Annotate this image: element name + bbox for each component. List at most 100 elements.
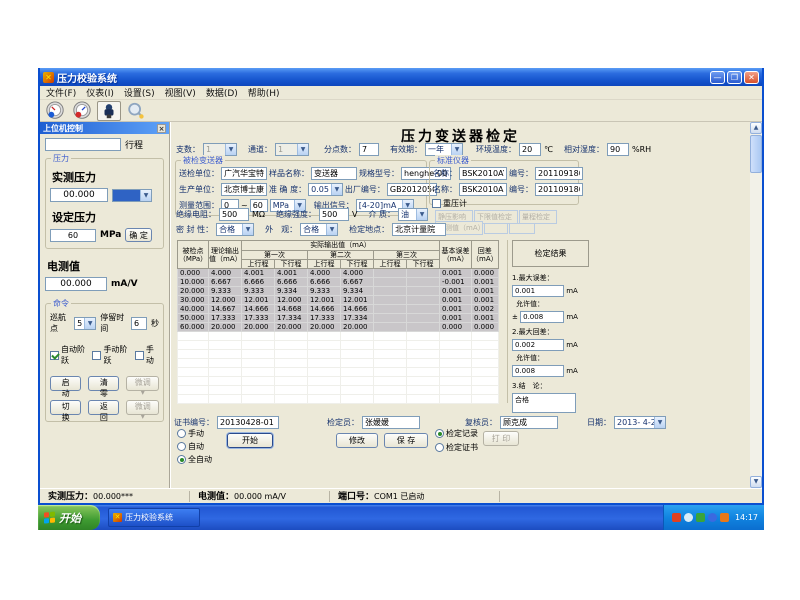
gauge-red-icon[interactable]: [70, 101, 94, 121]
tray-icon-5[interactable]: [720, 513, 729, 522]
reviewer-input[interactable]: [500, 416, 558, 429]
command-group: 命令 巡航点 5 ▼ 停留时间 秒 自动阶跃: [45, 303, 164, 422]
chevron-down-icon[interactable]: ▼: [140, 190, 151, 201]
chevron-down-icon[interactable]: ▼: [654, 417, 665, 428]
scroll-thumb[interactable]: [750, 135, 762, 173]
tray-icon-1[interactable]: [672, 513, 681, 522]
radio-certificate[interactable]: 检定证书: [435, 442, 478, 453]
std1-no-input[interactable]: [535, 167, 583, 180]
travel-input[interactable]: [45, 138, 121, 151]
chevron-down-icon[interactable]: ▼: [326, 224, 337, 235]
checkbox-icon[interactable]: [50, 351, 59, 360]
restore-button[interactable]: ❐: [727, 71, 742, 84]
taskbar-app-button[interactable]: ✕ 压力校验系统: [108, 508, 200, 527]
close-button[interactable]: ✕: [744, 71, 759, 84]
switch-button[interactable]: 切 换: [50, 400, 81, 415]
confirm-button[interactable]: 确 定: [125, 228, 152, 242]
std2-no-input[interactable]: [535, 183, 583, 196]
max-error-value: 0.001: [512, 285, 564, 297]
control-panel-header[interactable]: 上位机控制 ×: [40, 122, 169, 134]
points-input[interactable]: [359, 143, 379, 156]
table-cell: 0.000: [178, 269, 209, 278]
menu-help[interactable]: 帮助(H): [248, 86, 280, 99]
radio-manual[interactable]: 手动: [177, 428, 212, 439]
table-cell: [209, 368, 242, 377]
table-row[interactable]: 40.00014.66714.66614.66814.66614.6660.00…: [178, 305, 499, 314]
begin-button[interactable]: 开始: [227, 433, 273, 448]
table-cell: [341, 395, 374, 404]
sender-input[interactable]: [221, 167, 267, 180]
radio-icon[interactable]: [435, 429, 444, 438]
checkbox-icon[interactable]: [92, 351, 101, 360]
seal-select[interactable]: 合格▼: [216, 223, 254, 236]
cert-input[interactable]: [217, 416, 279, 429]
radio-icon[interactable]: [177, 429, 186, 438]
strength-input[interactable]: [319, 208, 349, 221]
table-row[interactable]: 60.00020.00020.00020.00020.00020.0000.00…: [178, 323, 499, 332]
chevron-down-icon[interactable]: ▼: [416, 209, 427, 220]
menu-data[interactable]: 数据(D): [206, 86, 238, 99]
scroll-up-icon[interactable]: ▲: [750, 122, 762, 134]
titlebar[interactable]: ✕ 压力校验系统 — ❐ ✕: [40, 68, 762, 86]
auto-step-checkbox[interactable]: 自动阶跃: [50, 344, 88, 366]
top-parameter-row: 支数： 1▼ 通道： 1▼ 分点数： 有效期： 一年▼ 环境温度： ℃ 相对湿度…: [176, 143, 651, 156]
location-input[interactable]: [392, 223, 446, 236]
modify-button[interactable]: 修改: [336, 433, 378, 448]
chevron-down-icon[interactable]: ▼: [331, 184, 342, 195]
chevron-down-icon[interactable]: ▼: [451, 144, 462, 155]
std2-name-input[interactable]: [459, 183, 507, 196]
tray-icon-2[interactable]: [684, 513, 693, 522]
table-row[interactable]: 50.00017.33317.33317.33417.33317.3340.00…: [178, 314, 499, 323]
radio-icon[interactable]: [435, 443, 444, 452]
radio-icon[interactable]: [177, 442, 186, 451]
tray-icon-3[interactable]: [696, 513, 705, 522]
pump-device-icon[interactable]: [97, 101, 121, 121]
menu-view[interactable]: 视图(V): [165, 86, 196, 99]
radio-full-auto[interactable]: 全自动: [177, 454, 212, 465]
menu-file[interactable]: 文件(F): [46, 86, 76, 99]
chevron-down-icon[interactable]: ▼: [242, 224, 253, 235]
resistance-input[interactable]: [219, 208, 249, 221]
save-button[interactable]: 保 存: [384, 433, 428, 448]
chevron-down-icon[interactable]: ▼: [84, 318, 95, 329]
manual-step-checkbox[interactable]: 手动阶跃: [92, 344, 130, 366]
menu-settings[interactable]: 设置(S): [124, 86, 155, 99]
cruise-select[interactable]: 5 ▼: [74, 317, 96, 330]
weight-gauge-checkbox[interactable]: 重压计: [432, 198, 467, 209]
medium-select[interactable]: 油▼: [398, 208, 428, 221]
search-icon[interactable]: [124, 101, 148, 121]
panel-close-icon[interactable]: ×: [157, 124, 166, 133]
manual-checkbox[interactable]: 手动: [135, 344, 159, 366]
table-row[interactable]: 30.00012.00012.00112.00012.00112.0010.00…: [178, 296, 499, 305]
humidity-input[interactable]: [607, 143, 629, 156]
start-button[interactable]: 开始: [38, 505, 100, 530]
std1-name-input[interactable]: [459, 167, 507, 180]
start-run-button[interactable]: 启 动: [50, 376, 81, 391]
dwell-input[interactable]: [131, 317, 147, 330]
radio-icon[interactable]: [177, 455, 186, 464]
table-row[interactable]: 0.0004.0004.0014.0014.0004.0000.0010.000: [178, 269, 499, 278]
minimize-button[interactable]: —: [710, 71, 725, 84]
return-button[interactable]: 返 回: [88, 400, 119, 415]
set-pressure-input[interactable]: [50, 229, 96, 242]
checkbox-icon[interactable]: [135, 351, 144, 360]
vertical-scrollbar[interactable]: ▲ ▼: [750, 122, 762, 488]
checkbox-icon[interactable]: [432, 199, 441, 208]
verifier-input[interactable]: [362, 416, 420, 429]
radio-auto[interactable]: 自动: [177, 441, 212, 452]
env-temp-input[interactable]: [519, 143, 541, 156]
accuracy-select[interactable]: 0.05▼: [308, 183, 343, 196]
tray-icon-4[interactable]: [708, 513, 717, 522]
sample-input[interactable]: [311, 167, 357, 180]
zero-button[interactable]: 清 零: [88, 376, 119, 391]
maker-input[interactable]: [221, 183, 267, 196]
radio-record[interactable]: 检定记录: [435, 428, 478, 439]
menu-instrument[interactable]: 仪表(I): [86, 86, 114, 99]
table-row[interactable]: 20.0009.3339.3339.3349.3339.3340.0010.00…: [178, 287, 499, 296]
table-row[interactable]: 10.0006.6676.6666.6666.6666.667-0.0010.0…: [178, 278, 499, 287]
appearance-select[interactable]: 合格▼: [300, 223, 338, 236]
gauge-blue-icon[interactable]: [43, 101, 67, 121]
scroll-down-icon[interactable]: ▼: [750, 476, 762, 488]
date-select[interactable]: 2013- 4-28▼: [614, 416, 666, 429]
color-select[interactable]: ▼: [112, 189, 152, 202]
